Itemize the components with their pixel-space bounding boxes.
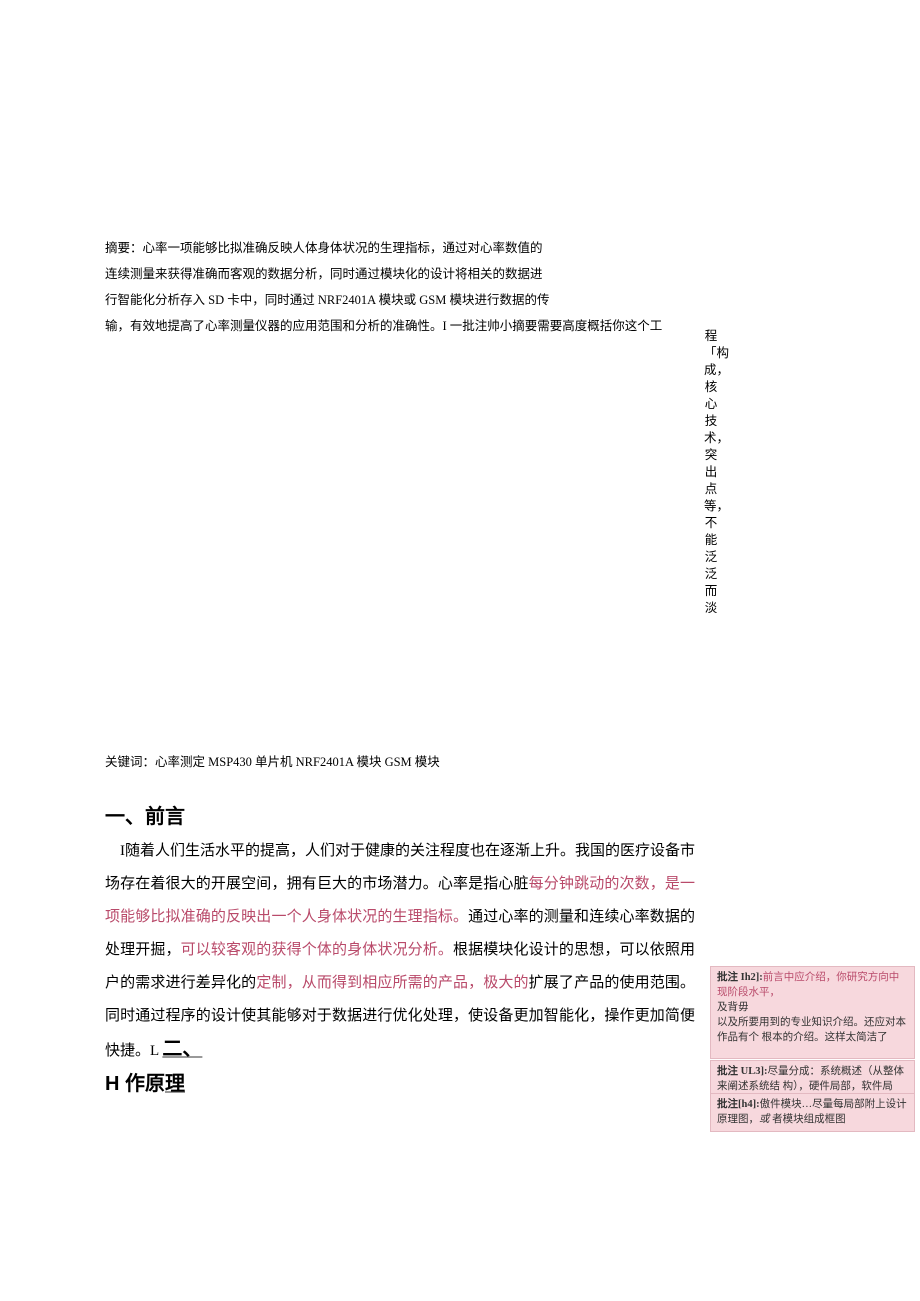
body-p1f: 定制，从而得到相应所需的产品，极大的	[256, 975, 528, 991]
body-paragraph: I随着人们生活水平的提高，人们对于健康的关注程度也在逐渐上升。我国的医疗设备市场…	[105, 835, 695, 1103]
keywords-text: 心率测定 MSP430 单片机 NRF2401A 模块 GSM 模块	[155, 755, 440, 769]
sec2-cn: 二、	[162, 1038, 202, 1060]
abstract-line1: 心率一项能够比拟准确反映人体身体状况的生理指标，通过对心率数值的	[143, 241, 543, 255]
heading-preface: 一、前言	[105, 800, 185, 829]
abstract-block: 摘要：心率一项能够比拟准确反映人体身体状况的生理指标，通过对心率数值的 连续测量…	[105, 235, 695, 339]
abstract-line3: 行智能化分析存入 SD 卡中，同时通过 NRF2401A 模块或 GSM 模块进…	[105, 293, 549, 307]
comment-balloon-3[interactable]: 批注[h4]:傲件模块…尽量每局部附上设计原理图，或 者模块组成框图	[710, 1093, 915, 1132]
abstract-line2: 连续测量来获得准确而客观的数据分析，同时通过模块化的设计将相关的数据进	[105, 267, 543, 281]
comment-text: 以及所要用到的专业知识介绍。还应对本作品有个 根本的介绍。这样太简洁了	[717, 1017, 906, 1043]
comment-tag: 批注 UL3]:	[717, 1066, 767, 1077]
abstract-label: 摘要：	[105, 241, 143, 255]
sec2-title: H 作原	[105, 1073, 165, 1095]
keywords-label: 关键词：	[105, 755, 155, 769]
comment-tag: 批注 Ih2]:	[717, 972, 763, 983]
sec2-prefix: L	[150, 1043, 162, 1059]
sec2-title-u: 理	[165, 1073, 185, 1095]
comment-italic: 或	[759, 1114, 770, 1125]
abstract-line4: 输，有效地提高了心率测量仪器的应用范围和分析的准确性。I 一批注帅小摘要需要高度…	[105, 319, 662, 333]
vertical-annotation: 程「构成，核心技术，突出点等，不能泛泛而淡	[704, 328, 718, 617]
comment-text: 者模块组成框图	[770, 1114, 846, 1125]
abstract-text: 摘要：心率一项能够比拟准确反映人体身体状况的生理指标，通过对心率数值的 连续测量…	[105, 235, 695, 339]
comment-balloon-1[interactable]: 批注 Ih2]:前言中应介绍，你研究方向中现阶段水平， 及背毋 以及所要用到的专…	[710, 966, 915, 1059]
body-p1d: 可以较客观的获得个体的身体状况分析。	[181, 942, 453, 958]
comment-tag: 批注[h4]:	[717, 1099, 760, 1110]
comment-text: 及背毋	[717, 1002, 749, 1013]
keywords-line: 关键词：心率测定 MSP430 单片机 NRF2401A 模块 GSM 模块	[105, 751, 440, 770]
